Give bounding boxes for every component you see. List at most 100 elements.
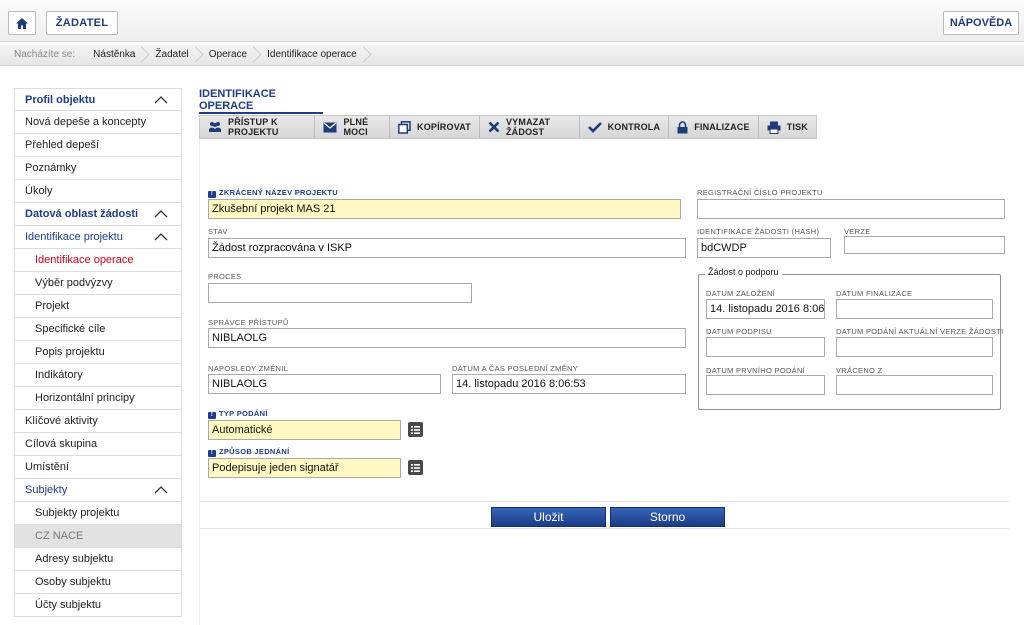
- signed-date-label: DATUM PODPISU: [706, 327, 772, 336]
- access-admin-label: SPRÁVCE PŘÍSTUPŮ: [208, 318, 289, 327]
- check-icon: [587, 121, 602, 133]
- sidebar-item-label: Subjekty: [25, 484, 68, 496]
- sidebar-section-project-identification[interactable]: Identifikace projektu: [14, 226, 182, 249]
- chevron-up-icon: [154, 233, 168, 241]
- help-button[interactable]: NÁPOVĚDA: [943, 11, 1019, 35]
- returned-from-field: [836, 375, 993, 395]
- sidebar-item-project-subjects[interactable]: Subjekty projektu: [14, 502, 182, 525]
- envelope-icon: [323, 122, 337, 133]
- hash-label: IDENTIFIKACE ŽÁDOSTI (HASH): [697, 227, 820, 236]
- sidebar-item-label: Profil objektu: [25, 93, 96, 106]
- reg-number-field: [697, 199, 1005, 219]
- submitted-date-label: DATUM PODÁNÍ AKTUÁLNÍ VERZE ŽÁDOSTI: [836, 327, 1004, 336]
- toolbar-label: VYMAZAT ŽÁDOST: [505, 117, 551, 137]
- role-button[interactable]: ŽADATEL: [46, 11, 118, 35]
- access-admin-field: NIBLAOLG: [208, 328, 686, 348]
- check-button[interactable]: KONTROLA: [580, 116, 670, 138]
- state-label: STAV: [208, 227, 228, 236]
- toolbar-label: FINALIZACE: [694, 122, 750, 132]
- list-icon: [411, 463, 420, 472]
- first-submitted-date-label: DATUM PRVNÍHO PODÁNÍ: [706, 366, 806, 375]
- hash-field: bdCWDP: [697, 238, 831, 258]
- signing-method-list-button[interactable]: [408, 460, 423, 475]
- sidebar-item-indicators[interactable]: Indikátory: [14, 364, 182, 387]
- submission-type-field[interactable]: Automatické: [208, 420, 401, 440]
- short-name-field[interactable]: Zkušební projekt MAS 21: [208, 199, 681, 219]
- breadcrumb-item-operation[interactable]: Operace: [199, 44, 257, 66]
- toolbar-label: KOPÍROVAT: [417, 122, 471, 132]
- short-name-label: ! ZKRÁCENÝ NÁZEV PROJEKTU: [208, 188, 338, 198]
- breadcrumb-item-dashboard[interactable]: Nástěnka: [83, 44, 145, 66]
- toolbar-label: KONTROLA: [607, 122, 661, 132]
- submission-type-list-button[interactable]: [408, 422, 423, 437]
- delete-icon: [488, 121, 500, 133]
- sidebar-item-operation-identification[interactable]: Identifikace operace: [14, 249, 182, 272]
- last-changed-by-label: NAPOSLEDY ZMĚNIL: [208, 364, 289, 373]
- created-date-label: DATUM ZALOŽENÍ: [706, 289, 776, 298]
- sidebar-item-project-description[interactable]: Popis projektu: [14, 341, 182, 364]
- home-button[interactable]: [8, 11, 36, 35]
- sidebar-section-subjects[interactable]: Subjekty: [14, 479, 182, 502]
- action-toolbar: PŘÍSTUP K PROJEKTU PLNÉ MOCI KOPÍROVAT V…: [199, 115, 817, 139]
- process-label: PROCES: [208, 272, 242, 281]
- breadcrumb-item-applicant[interactable]: Žadatel: [145, 44, 198, 66]
- signing-method-field[interactable]: Podepisuje jeden signatář: [208, 458, 401, 478]
- delete-application-button[interactable]: VYMAZAT ŽÁDOST: [480, 116, 580, 138]
- home-icon: [16, 17, 28, 29]
- sidebar-item-subject-accounts[interactable]: Účty subjektu: [14, 594, 182, 617]
- breadcrumb-lead: Nacházíte se:: [14, 49, 76, 60]
- sidebar-item-key-activities[interactable]: Klíčové aktivity: [14, 410, 182, 433]
- process-field[interactable]: [208, 283, 472, 303]
- divider: [199, 501, 1009, 502]
- sidebar-item-tasks[interactable]: Úkoly: [14, 180, 182, 203]
- submission-type-label: ! TYP PODÁNÍ: [208, 409, 268, 419]
- sidebar-item-location[interactable]: Umístění: [14, 456, 182, 479]
- access-to-project-button[interactable]: PŘÍSTUP K PROJEKTU: [200, 116, 316, 138]
- sidebar-item-notes[interactable]: Poznámky: [14, 157, 182, 180]
- sidebar-section-object-profile[interactable]: Profil objektu: [14, 88, 182, 111]
- toolbar-label: TISK: [786, 122, 808, 132]
- last-changed-by-field: NIBLAOLG: [208, 374, 441, 394]
- required-icon: !: [208, 450, 216, 457]
- sidebar-item-target-group[interactable]: Cílová skupina: [14, 433, 182, 456]
- print-button[interactable]: TISK: [759, 116, 816, 138]
- returned-from-label: VRÁCENO Z: [836, 366, 883, 375]
- support-request-legend: Žádost o podporu: [705, 267, 782, 277]
- finalize-button[interactable]: FINALIZACE: [669, 116, 759, 138]
- version-field: [844, 236, 1005, 254]
- cancel-button[interactable]: Storno: [610, 507, 725, 527]
- created-date-field: 14. listopadu 2016 8:06:43: [706, 299, 825, 319]
- sidebar-item-new-messages[interactable]: Nová depeše a koncepty: [14, 111, 182, 134]
- sidebar-item-subject-addresses[interactable]: Adresy subjektu: [14, 548, 182, 571]
- version-label: VERZE: [844, 227, 871, 236]
- powers-of-attorney-button[interactable]: PLNÉ MOCI: [315, 116, 390, 138]
- sidebar: Profil objektu Nová depeše a koncepty Př…: [14, 88, 182, 617]
- breadcrumb-item-current: Identifikace operace: [257, 44, 367, 66]
- breadcrumb: Nacházíte se: Nástěnka Žadatel Operace I…: [0, 44, 1024, 66]
- print-icon: [767, 121, 781, 134]
- list-icon: [411, 425, 420, 434]
- sidebar-item-project[interactable]: Projekt: [14, 295, 182, 318]
- finalized-date-field: [836, 299, 993, 319]
- last-change-date-label: DATUM A ČAS POSLEDNÍ ZMĚNY: [452, 364, 579, 373]
- sidebar-item-cz-nace: CZ NACE: [14, 525, 182, 548]
- state-field: Žádost rozpracována v ISKP: [208, 238, 686, 258]
- copy-button[interactable]: KOPÍROVAT: [390, 116, 480, 138]
- submitted-date-field: [836, 337, 993, 357]
- sidebar-item-label: Identifikace projektu: [25, 231, 123, 243]
- finalized-date-label: DATUM FINALIZACE: [836, 289, 913, 298]
- save-button[interactable]: Uložit: [491, 507, 606, 527]
- sidebar-item-specific-goals[interactable]: Specifické cíle: [14, 318, 182, 341]
- sidebar-section-data-area[interactable]: Datová oblast žádosti: [14, 203, 182, 226]
- first-submitted-date-field: [706, 375, 825, 395]
- sidebar-item-messages-overview[interactable]: Přehled depeší: [14, 134, 182, 157]
- sidebar-item-subject-persons[interactable]: Osoby subjektu: [14, 571, 182, 594]
- sidebar-item-subcall-selection[interactable]: Výběr podvýzvy: [14, 272, 182, 295]
- tab-operation-identification[interactable]: IDENTIFIKACE OPERACE: [199, 88, 323, 114]
- sidebar-item-horizontal-principles[interactable]: Horizontální principy: [14, 387, 182, 410]
- lock-icon: [677, 120, 688, 134]
- people-icon: [208, 121, 222, 133]
- required-icon: !: [208, 412, 216, 419]
- copy-icon: [398, 120, 411, 134]
- toolbar-label: PLNÉ MOCI: [343, 117, 369, 137]
